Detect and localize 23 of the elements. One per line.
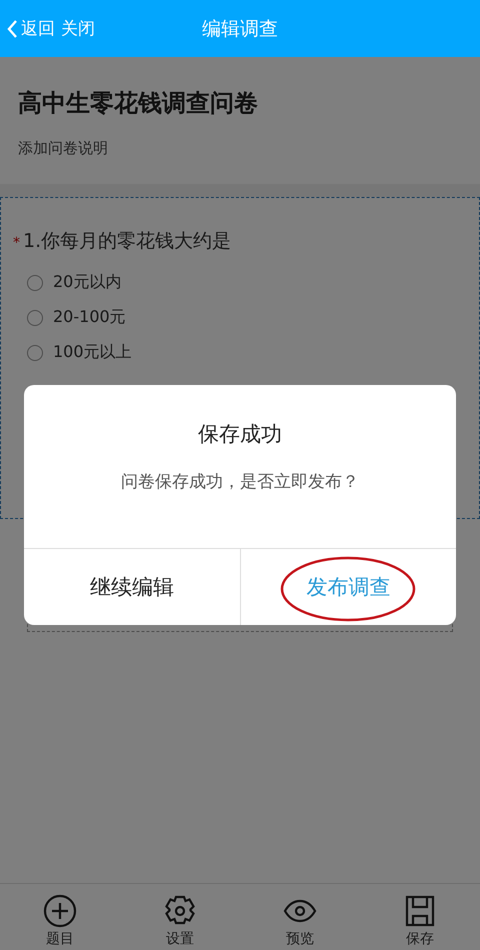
add-icon: [43, 894, 77, 928]
option-label: 100元以上: [53, 342, 132, 363]
required-mark: *: [13, 235, 20, 251]
close-button[interactable]: 关闭: [61, 17, 95, 40]
dialog-message: 问卷保存成功，是否立即发布？: [120, 471, 360, 493]
survey-description[interactable]: 添加问卷说明: [18, 139, 462, 158]
radio-button[interactable]: [27, 344, 43, 360]
continue-button[interactable]: 继续编辑: [86, 569, 178, 605]
save-icon: [403, 894, 437, 928]
radio-button[interactable]: [27, 310, 43, 326]
radio-button[interactable]: [27, 274, 43, 290]
survey-title: 高中生零花钱调查问卷: [18, 88, 259, 119]
page-title: 编辑调查: [202, 18, 278, 40]
question-title: 1.你每月的零花钱大约是: [23, 229, 232, 254]
toolbar-button[interactable]: 设置: [120, 884, 240, 950]
back-button[interactable]: 返回: [6, 17, 55, 40]
back-icon: [6, 18, 18, 38]
toolbar-button[interactable]: 预览: [240, 884, 360, 950]
toolbar-button[interactable]: 保存: [360, 884, 480, 950]
option-label: 20元以内: [53, 272, 122, 293]
dialog-title: 保存成功: [197, 421, 283, 448]
toolbar-button[interactable]: 题目: [0, 884, 120, 950]
option-label: 20-100元: [53, 307, 126, 328]
